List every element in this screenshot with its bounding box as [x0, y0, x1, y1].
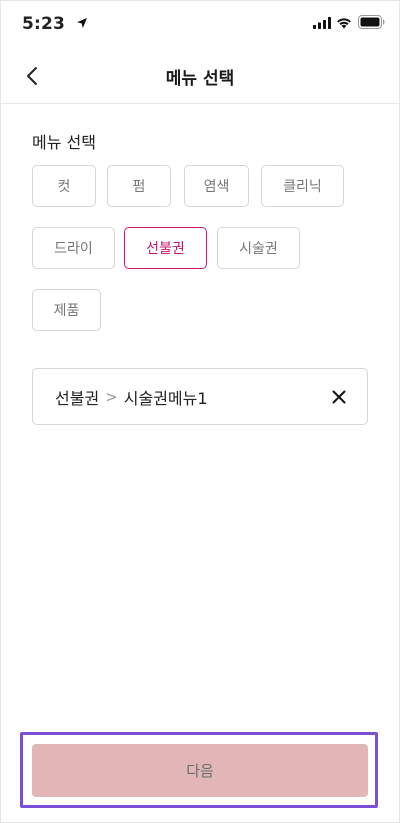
category-chip-product[interactable]: 제품 — [32, 289, 101, 331]
next-button[interactable]: 다음 — [32, 744, 368, 797]
section-label: 메뉴 선택 — [32, 133, 96, 152]
cellular-signal-icon — [313, 17, 331, 29]
category-chip-clinic[interactable]: 클리닉 — [261, 165, 344, 207]
status-bar: 5:23 — [0, 0, 400, 48]
category-chip-treatment-ticket[interactable]: 시술권 — [217, 227, 300, 269]
category-chip-perm[interactable]: 펌 — [107, 165, 171, 207]
category-chip-cut[interactable]: 컷 — [32, 165, 96, 207]
status-time: 5:23 — [22, 14, 66, 34]
category-chip-dry[interactable]: 드라이 — [32, 227, 115, 269]
remove-selection-button[interactable] — [329, 387, 349, 407]
breadcrumb-separator: > — [105, 387, 118, 406]
close-icon — [332, 390, 346, 404]
page-title: 메뉴 선택 — [165, 69, 235, 89]
nav-header: 메뉴 선택 — [0, 48, 400, 104]
battery-icon — [358, 15, 385, 29]
category-chip-prepaid[interactable]: 선불권 — [124, 227, 207, 269]
selected-menu-item: 선불권 > 시술권메뉴1 — [32, 368, 368, 425]
wifi-icon — [337, 18, 351, 29]
location-arrow-icon — [77, 18, 87, 28]
selected-menu-name: 시술권메뉴1 — [123, 388, 208, 408]
selected-category: 선불권 — [55, 388, 100, 408]
category-chip-color[interactable]: 염색 — [184, 165, 249, 207]
